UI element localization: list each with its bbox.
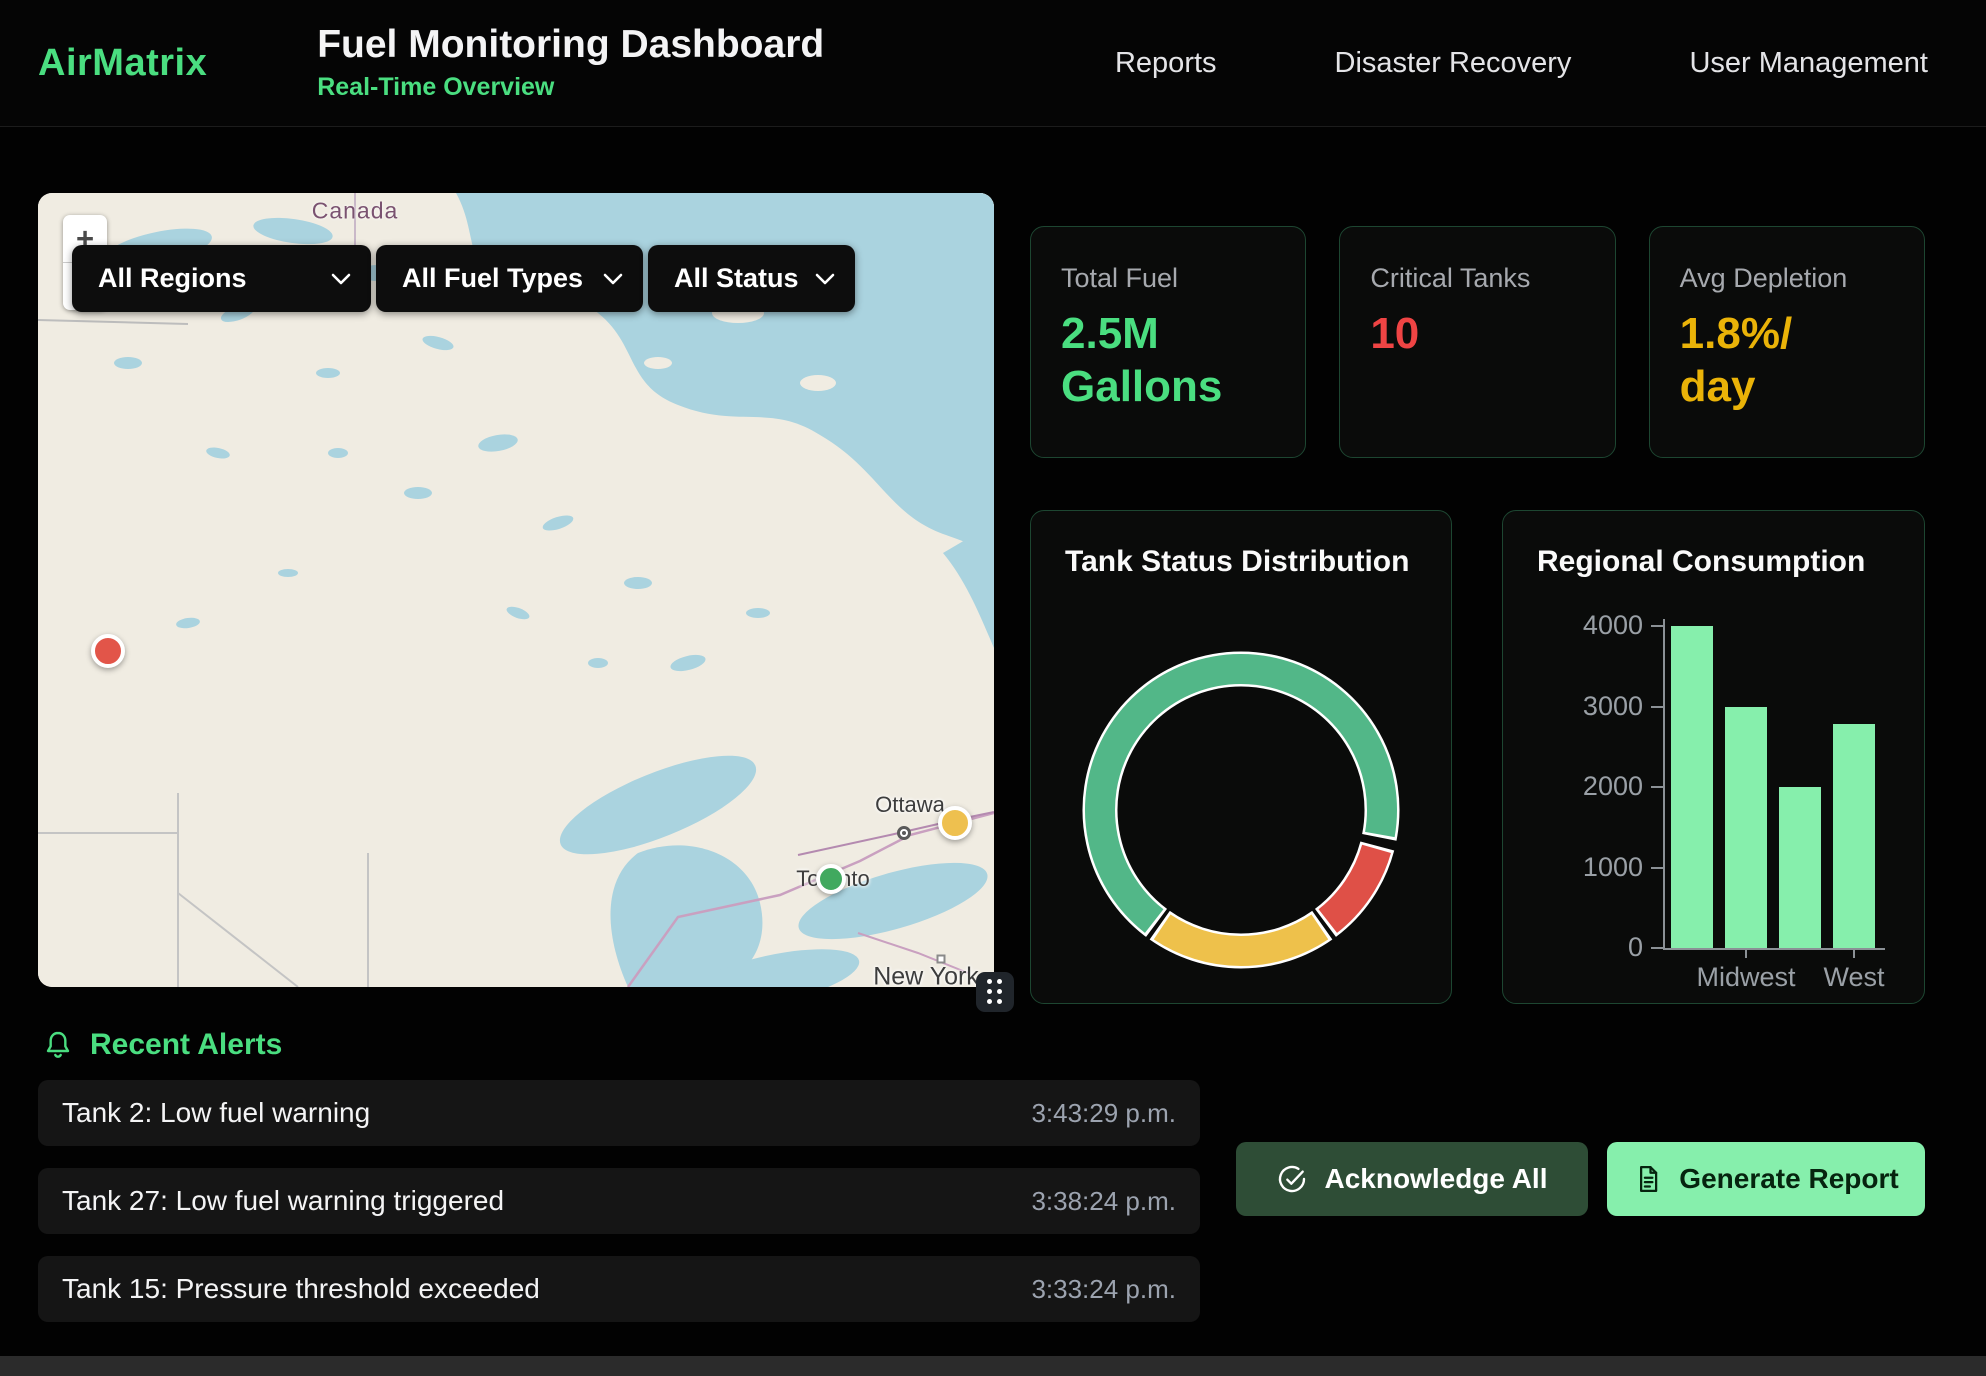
map-marker-1[interactable] [938, 806, 972, 840]
page-subtitle: Real-Time Overview [317, 73, 824, 102]
y-tick-mark [1651, 625, 1663, 627]
header: AirMatrix Fuel Monitoring Dashboard Real… [0, 0, 1986, 127]
map-label-new-york: New York [873, 963, 979, 988]
bar-unlabeled-0 [1671, 626, 1713, 948]
generate-report-label: Generate Report [1679, 1163, 1898, 1195]
bell-icon [42, 1028, 74, 1062]
x-tick-label: West [1823, 962, 1884, 993]
chevron-down-icon [331, 273, 351, 285]
document-icon [1633, 1163, 1663, 1195]
tank-status-donut-chart [1064, 633, 1418, 987]
donut-segment-green [1100, 669, 1382, 921]
filter-label: All Regions [98, 263, 247, 294]
map[interactable]: Canada Ottawa Toronto New York + − All R… [38, 193, 994, 987]
y-tick-mark [1651, 786, 1663, 788]
y-tick-label: 0 [1513, 932, 1643, 963]
bar-midwest [1725, 707, 1767, 949]
bottom-strip [0, 1356, 1986, 1376]
y-tick-label: 1000 [1513, 852, 1643, 883]
x-axis [1663, 948, 1885, 950]
donut-segment-red [1328, 849, 1377, 921]
nav-item-user-management[interactable]: User Management [1689, 47, 1928, 80]
y-axis [1663, 619, 1665, 950]
stat-cards: Total Fuel 2.5MGallons Critical Tanks 10 Avg… [1030, 226, 1925, 458]
tank-status-card: Tank Status Distribution [1030, 510, 1452, 1004]
stat-card-critical-tanks: Critical Tanks 10 [1339, 226, 1615, 458]
alert-timestamp: 3:33:24 p.m. [1031, 1274, 1176, 1305]
stat-card-total-fuel: Total Fuel 2.5MGallons [1030, 226, 1306, 458]
nav-item-disaster-recovery[interactable]: Disaster Recovery [1335, 47, 1572, 80]
alert-timestamp: 3:38:24 p.m. [1031, 1186, 1176, 1217]
x-tick-label: Midwest [1696, 962, 1795, 993]
alert-text: Tank 27: Low fuel warning triggered [62, 1185, 504, 1217]
alerts-header: Recent Alerts [42, 1028, 282, 1062]
regional-consumption-bar-chart: 0 1000 2000 3000 4000 Midwest West [1503, 511, 1926, 1005]
stat-value: 1.8%/day [1680, 308, 1894, 414]
x-tick-mark [1853, 948, 1855, 958]
x-tick-mark [1745, 948, 1747, 958]
filter-label: All Status [674, 263, 799, 294]
filter-dropdown-all-status[interactable]: All Status [648, 245, 855, 312]
y-tick-mark [1651, 947, 1663, 949]
stat-value: 2.5MGallons [1061, 308, 1275, 414]
alert-text: Tank 15: Pressure threshold exceeded [62, 1273, 540, 1305]
filter-dropdown-all-regions[interactable]: All Regions [72, 245, 371, 312]
acknowledge-all-button[interactable]: Acknowledge All [1236, 1142, 1588, 1216]
filter-dropdown-all-fuel-types[interactable]: All Fuel Types [376, 245, 643, 312]
generate-report-button[interactable]: Generate Report [1607, 1142, 1925, 1216]
stat-card-avg-depletion: Avg Depletion 1.8%/day [1649, 226, 1925, 458]
tank-status-title: Tank Status Distribution [1065, 545, 1417, 579]
y-tick-label: 3000 [1513, 691, 1643, 722]
chevron-down-icon [603, 273, 623, 285]
chevron-down-icon [815, 273, 835, 285]
stat-label: Total Fuel [1061, 263, 1275, 294]
stat-label: Critical Tanks [1370, 263, 1584, 294]
alerts-title: Recent Alerts [90, 1028, 282, 1062]
alert-row[interactable]: Tank 15: Pressure threshold exceeded 3:33… [38, 1256, 1200, 1322]
map-marker-0[interactable] [91, 634, 125, 668]
alert-row[interactable]: Tank 27: Low fuel warning triggered 3:38:… [38, 1168, 1200, 1234]
y-tick-mark [1651, 867, 1663, 869]
brand-logo[interactable]: AirMatrix [38, 42, 207, 85]
alert-text: Tank 2: Low fuel warning [62, 1097, 370, 1129]
acknowledge-all-label: Acknowledge All [1324, 1163, 1547, 1195]
bar-unlabeled-2 [1779, 787, 1821, 948]
town-icon [897, 826, 911, 840]
bar-west [1833, 724, 1875, 948]
stat-label: Avg Depletion [1680, 263, 1894, 294]
fuel-monitoring-dashboard: AirMatrix Fuel Monitoring Dashboard Real… [0, 0, 1986, 1376]
alert-timestamp: 3:43:29 p.m. [1031, 1098, 1176, 1129]
nav-item-reports[interactable]: Reports [1115, 47, 1217, 80]
y-tick-label: 2000 [1513, 771, 1643, 802]
map-label-ottawa: Ottawa [875, 792, 945, 818]
title-block: Fuel Monitoring Dashboard Real-Time Over… [317, 24, 824, 102]
alert-row[interactable]: Tank 2: Low fuel warning 3:43:29 p.m. [38, 1080, 1200, 1146]
stat-value: 10 [1370, 308, 1584, 361]
resize-grip-icon[interactable] [976, 972, 1014, 1012]
map-filters: All Regions All Fuel Types All Status [72, 245, 855, 312]
y-tick-label: 4000 [1513, 610, 1643, 641]
map-marker-2[interactable] [816, 864, 846, 894]
page-title: Fuel Monitoring Dashboard [317, 24, 824, 67]
map-label-canada: Canada [312, 198, 399, 225]
y-tick-mark [1651, 706, 1663, 708]
regional-consumption-card: Regional Consumption 01000200030004000Mi… [1502, 510, 1925, 1004]
main-nav: Reports Disaster Recovery User Management [1115, 0, 1928, 127]
filter-label: All Fuel Types [402, 263, 583, 294]
donut-segment-yellow [1162, 927, 1320, 951]
check-circle-icon [1276, 1163, 1308, 1195]
